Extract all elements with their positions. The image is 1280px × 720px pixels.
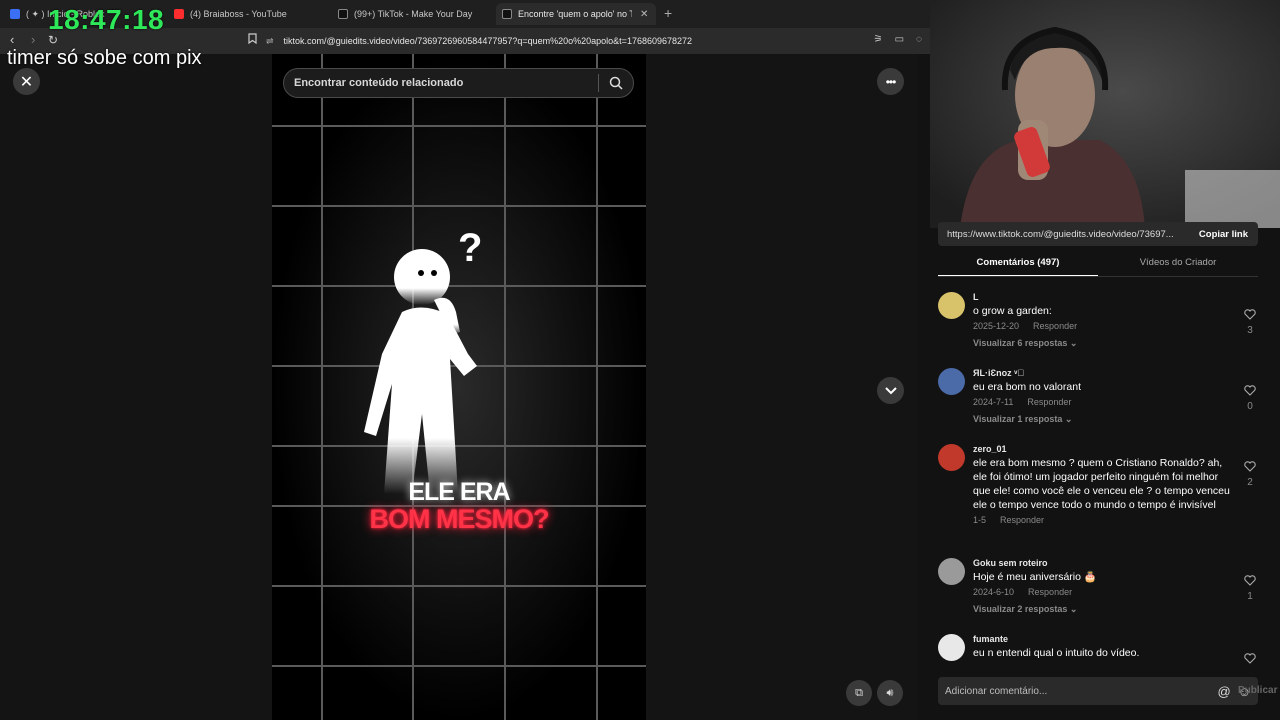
publish-button[interactable]: Publicar [1238,685,1277,696]
tiktok-favicon-icon [338,9,348,19]
video-caption-line2: BOM MESMO? [369,504,550,534]
like-button[interactable]: 1 [1243,573,1257,602]
comment-text: eu era bom no valorant [973,381,1081,393]
search-icon[interactable] [599,76,633,90]
avatar[interactable] [938,444,965,471]
reply-button[interactable]: Responder [1027,397,1071,407]
stream-overlay-text: timer só sobe com pix [7,47,202,69]
reply-button[interactable]: Responder [1033,321,1077,331]
youtube-favicon-icon [174,9,184,19]
close-video-button[interactable]: ✕ [13,68,40,95]
comment-username[interactable]: zero_01 [973,444,1233,456]
like-button[interactable] [1243,651,1257,669]
tab-youtube[interactable]: (4) Braiaboss - YouTube [168,3,328,25]
browser-toolbar-icons: ⚞ ▭ ◌ [874,34,922,45]
share-url-text[interactable]: https://www.tiktok.com/@guiedits.video/v… [938,229,1189,240]
tab-tiktok-search[interactable]: Encontre 'quem o apolo' no TikTok ✕ [496,3,656,25]
bookmark-icon[interactable] [248,33,257,47]
comment-date: 2025-12-20 [973,321,1020,331]
more-options-button[interactable]: ••• [877,68,904,95]
comment-text: Hoje é meu aniversário 🎂 [973,571,1097,583]
share-link-box: https://www.tiktok.com/@guiedits.video/v… [938,222,1258,246]
comment-text: o grow a garden: [973,305,1052,317]
comment-placeholder: Adicionar comentário... [945,685,1048,697]
comment-date: 2024-7-11 [973,397,1014,407]
like-button[interactable]: 2 [1243,459,1257,488]
search-placeholder: Encontrar conteúdo relacionado [294,77,464,89]
screen: { "browser": { "tabs": [ {"label": "( ✦ … [0,0,1280,720]
comment-username[interactable]: ЯL·iƐnoz ᵛ⃝ [973,368,1233,380]
forward-icon[interactable]: › [31,32,35,47]
view-replies-button[interactable]: Visualizar 2 respostas ⌄ [973,604,1233,615]
stream-timer: 18:47:18 [48,4,165,35]
comment-text: ele era bom mesmo ? quem o Cristiano Ron… [973,457,1230,511]
comment-date: 1-5 [973,515,987,525]
tab-label: (4) Braiaboss - YouTube [190,9,287,19]
reply-button[interactable]: Responder [1000,515,1044,525]
video-stage: ? ELE ERA BOM MESMO? Encontrar conteúdo … [0,54,918,720]
tab-divider [938,276,1258,277]
heart-icon [1244,575,1256,586]
video-frame: ? [272,54,646,720]
like-button[interactable]: 3 [1243,307,1257,336]
like-count: 2 [1247,477,1253,488]
speaker-icon: 🔊︎ [886,686,894,699]
pip-icon: ⧉ [855,686,863,699]
new-tab-button[interactable]: + [664,5,672,21]
tab-label: Encontre 'quem o apolo' no TikTok [518,9,632,19]
heart-icon [1244,309,1256,320]
view-replies-button[interactable]: Visualizar 6 respostas ⌄ [973,338,1233,349]
tab-comments[interactable]: Comentários (497) [938,252,1098,276]
mention-icon[interactable]: @ [1218,684,1231,699]
back-icon[interactable]: ‹ [10,32,14,47]
comment-username[interactable]: fumante [973,634,1233,646]
related-search-input[interactable]: Encontrar conteúdo relacionado [283,68,634,98]
heart-icon [1244,461,1256,472]
profile-icon[interactable]: ◌ [916,34,922,45]
next-video-button[interactable] [877,377,904,404]
panel-tabs: Comentários (497) Vídeos do Criador [938,252,1258,276]
webcam-image [930,0,1280,228]
view-replies-button[interactable]: Visualizar 1 resposta ⌄ [973,414,1233,425]
volume-button[interactable]: 🔊︎ [877,680,903,706]
comment-text: eu n entendi qual o intuito do vídeo. [973,647,1140,659]
url-text: tiktok.com/@guiedits.video/video/7369726… [283,36,693,46]
site-settings-icon[interactable]: ⇌ [266,36,274,47]
comment-input[interactable]: Adicionar comentário... @ ☺ [938,677,1258,705]
chevron-down-icon [884,386,897,394]
tab-label: (99+) TikTok - Make Your Day [354,9,473,19]
heart-icon [1244,653,1256,664]
comment-date: 2024-6-10 [973,587,1015,597]
reply-button[interactable]: Responder [1028,587,1072,597]
question-mark-icon: ? [458,226,482,270]
avatar[interactable] [938,558,965,585]
comment-username[interactable]: Goku sem roteiro [973,558,1233,570]
close-tab-icon[interactable]: ✕ [640,9,648,20]
comments-panel: https://www.tiktok.com/@guiedits.video/v… [918,222,1280,720]
more-dots-icon: ••• [885,74,897,89]
like-button[interactable]: 0 [1243,383,1257,412]
cast-icon[interactable]: ▭ [895,34,904,45]
webcam-feed [930,0,1280,228]
tab-tiktok[interactable]: (99+) TikTok - Make Your Day [332,3,492,25]
like-count: 3 [1247,325,1253,336]
avatar[interactable] [938,368,965,395]
comment-username[interactable]: L [973,292,1233,304]
copy-link-button[interactable]: Copiar link [1189,229,1258,240]
video-player[interactable]: ? [272,54,646,720]
heart-icon [1244,385,1256,396]
avatar[interactable] [938,634,965,661]
floating-player-button[interactable]: ⧉ [846,680,872,706]
like-count: 1 [1247,591,1253,602]
roblox-favicon-icon [10,9,20,19]
like-count: 0 [1247,401,1253,412]
url-field[interactable]: ⇌ tiktok.com/@guiedits.video/video/73697… [266,31,916,51]
close-icon: ✕ [19,73,34,91]
video-caption-line1: ELE ERA [408,478,510,506]
tab-creator-videos[interactable]: Vídeos do Criador [1098,252,1258,276]
avatar[interactable] [938,292,965,319]
extension-icon[interactable]: ⚞ [874,34,883,45]
tiktok-favicon-icon [502,9,512,19]
